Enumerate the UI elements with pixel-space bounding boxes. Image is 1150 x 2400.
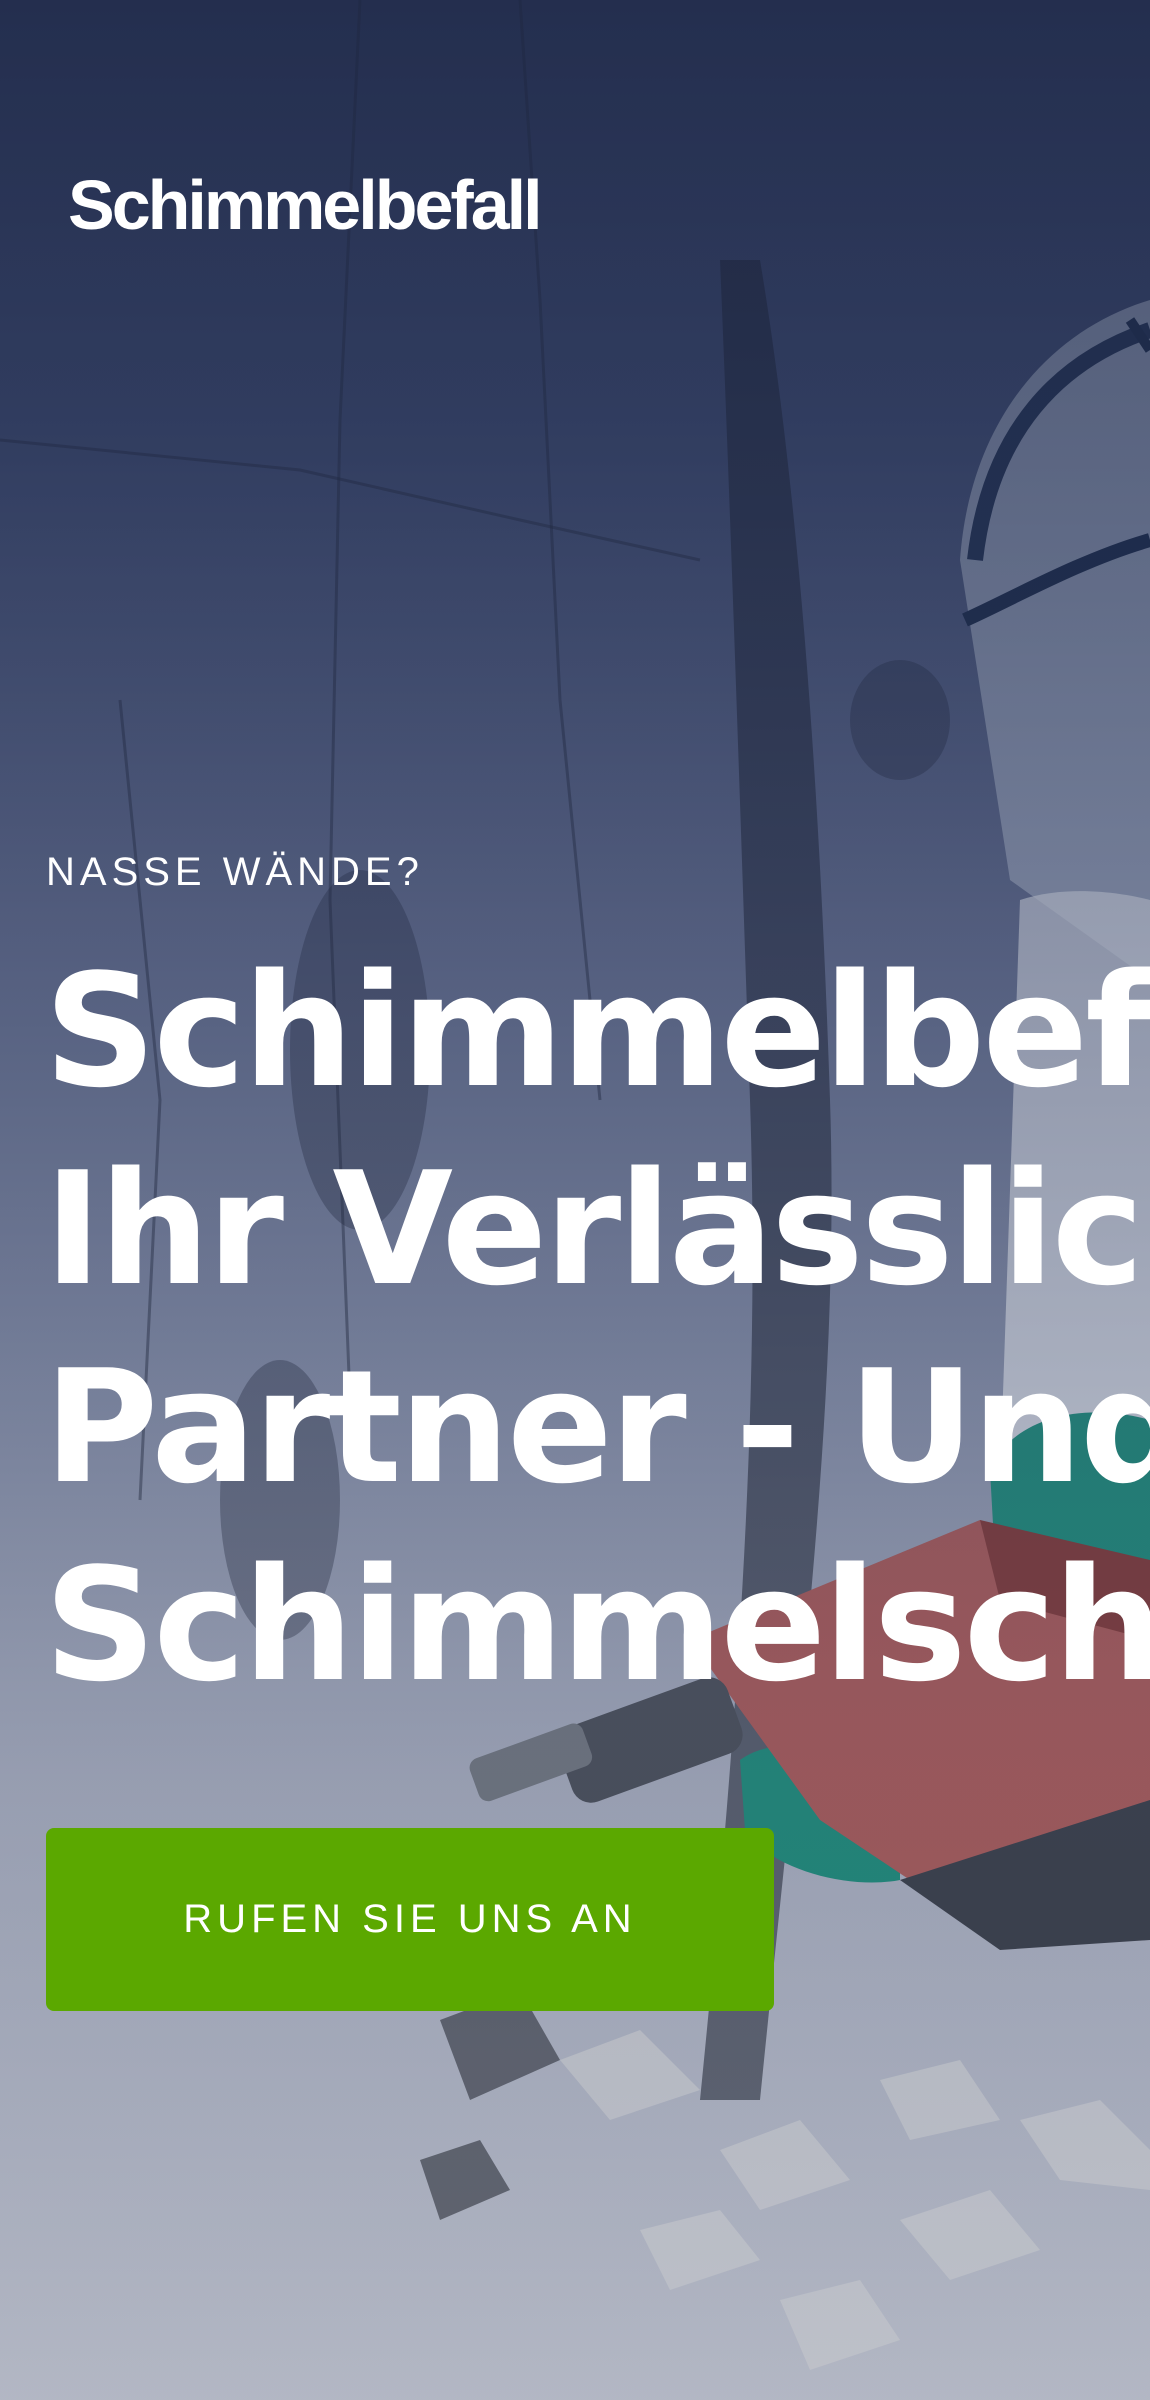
call-us-button[interactable]: RUFEN SIE UNS AN xyxy=(46,1828,774,2011)
headline-line: Partner - Und xyxy=(44,1336,1150,1518)
hero-eyebrow: NASSE WÄNDE? xyxy=(46,850,424,894)
hero-section: Schimmelbefall NASSE WÄNDE? Schimmelbefa… xyxy=(0,0,1150,2400)
site-logo[interactable]: Schimmelbefall xyxy=(68,170,543,240)
headline-line: Schimmelbefall: xyxy=(44,940,1150,1122)
headline-line: Ihr Verlässlicher xyxy=(44,1138,1150,1320)
headline-line: Schimmelschutz xyxy=(44,1534,1150,1716)
hero-headline: Schimmelbefall: Ihr Verlässlicher Partne… xyxy=(44,932,1150,1724)
